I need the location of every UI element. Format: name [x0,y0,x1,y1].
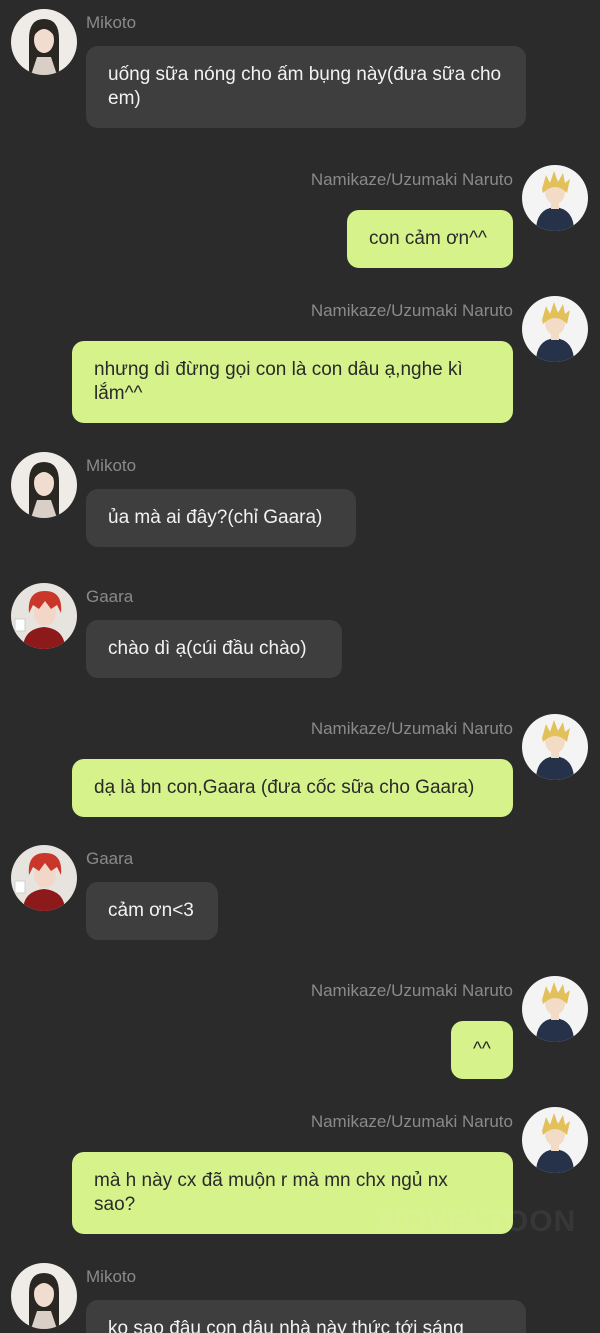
message-bubble[interactable]: uống sữa nóng cho ấm bụng này(đưa sữa ch… [86,46,526,128]
message-bubble[interactable]: ^^ [451,1021,513,1079]
message-bubble[interactable]: chào dì ạ(cúi đầu chào) [86,620,342,678]
message-bubble[interactable]: cảm ơn<3 [86,882,218,940]
message-bubble[interactable]: con cảm ơn^^ [347,210,513,268]
watermark: NOVELTOON [380,1205,577,1238]
sender-name: Mikoto [86,13,137,32]
message-bubble[interactable]: dạ là bn con,Gaara (đưa cốc sữa cho Gaar… [72,759,513,817]
sender-name: Namikaze/Uzumaki Naruto [310,170,513,189]
naruto-avatar-icon[interactable] [522,976,588,1042]
sender-name: Mikoto [86,1267,137,1286]
mikoto-avatar-icon[interactable] [11,452,77,518]
naruto-avatar-icon[interactable] [522,296,588,362]
sender-name: Gaara [86,587,134,606]
sender-name: Namikaze/Uzumaki Naruto [310,719,513,738]
sender-name: Gaara [86,849,134,868]
mikoto-avatar-icon[interactable] [11,1263,77,1329]
naruto-avatar-icon[interactable] [522,714,588,780]
naruto-avatar-icon[interactable] [522,165,588,231]
message-bubble[interactable]: nhưng dì đừng gọi con là con dâu ạ,nghe … [72,341,513,423]
sender-name: Mikoto [86,456,137,475]
message-bubble[interactable]: ko sao đâu con dâu nhà này thức tới sáng [86,1300,526,1333]
naruto-avatar-icon[interactable] [522,1107,588,1173]
chat-view: Mikoto uống sữa nóng cho ấm bụng này(đưa… [0,0,600,1333]
message-bubble[interactable]: ủa mà ai đây?(chỉ Gaara) [86,489,356,547]
mikoto-avatar-icon[interactable] [11,9,77,75]
sender-name: Namikaze/Uzumaki Naruto [310,1112,513,1131]
gaara-avatar-icon[interactable] [11,845,77,911]
gaara-avatar-icon[interactable] [11,583,77,649]
sender-name: Namikaze/Uzumaki Naruto [310,981,513,1000]
sender-name: Namikaze/Uzumaki Naruto [310,301,513,320]
